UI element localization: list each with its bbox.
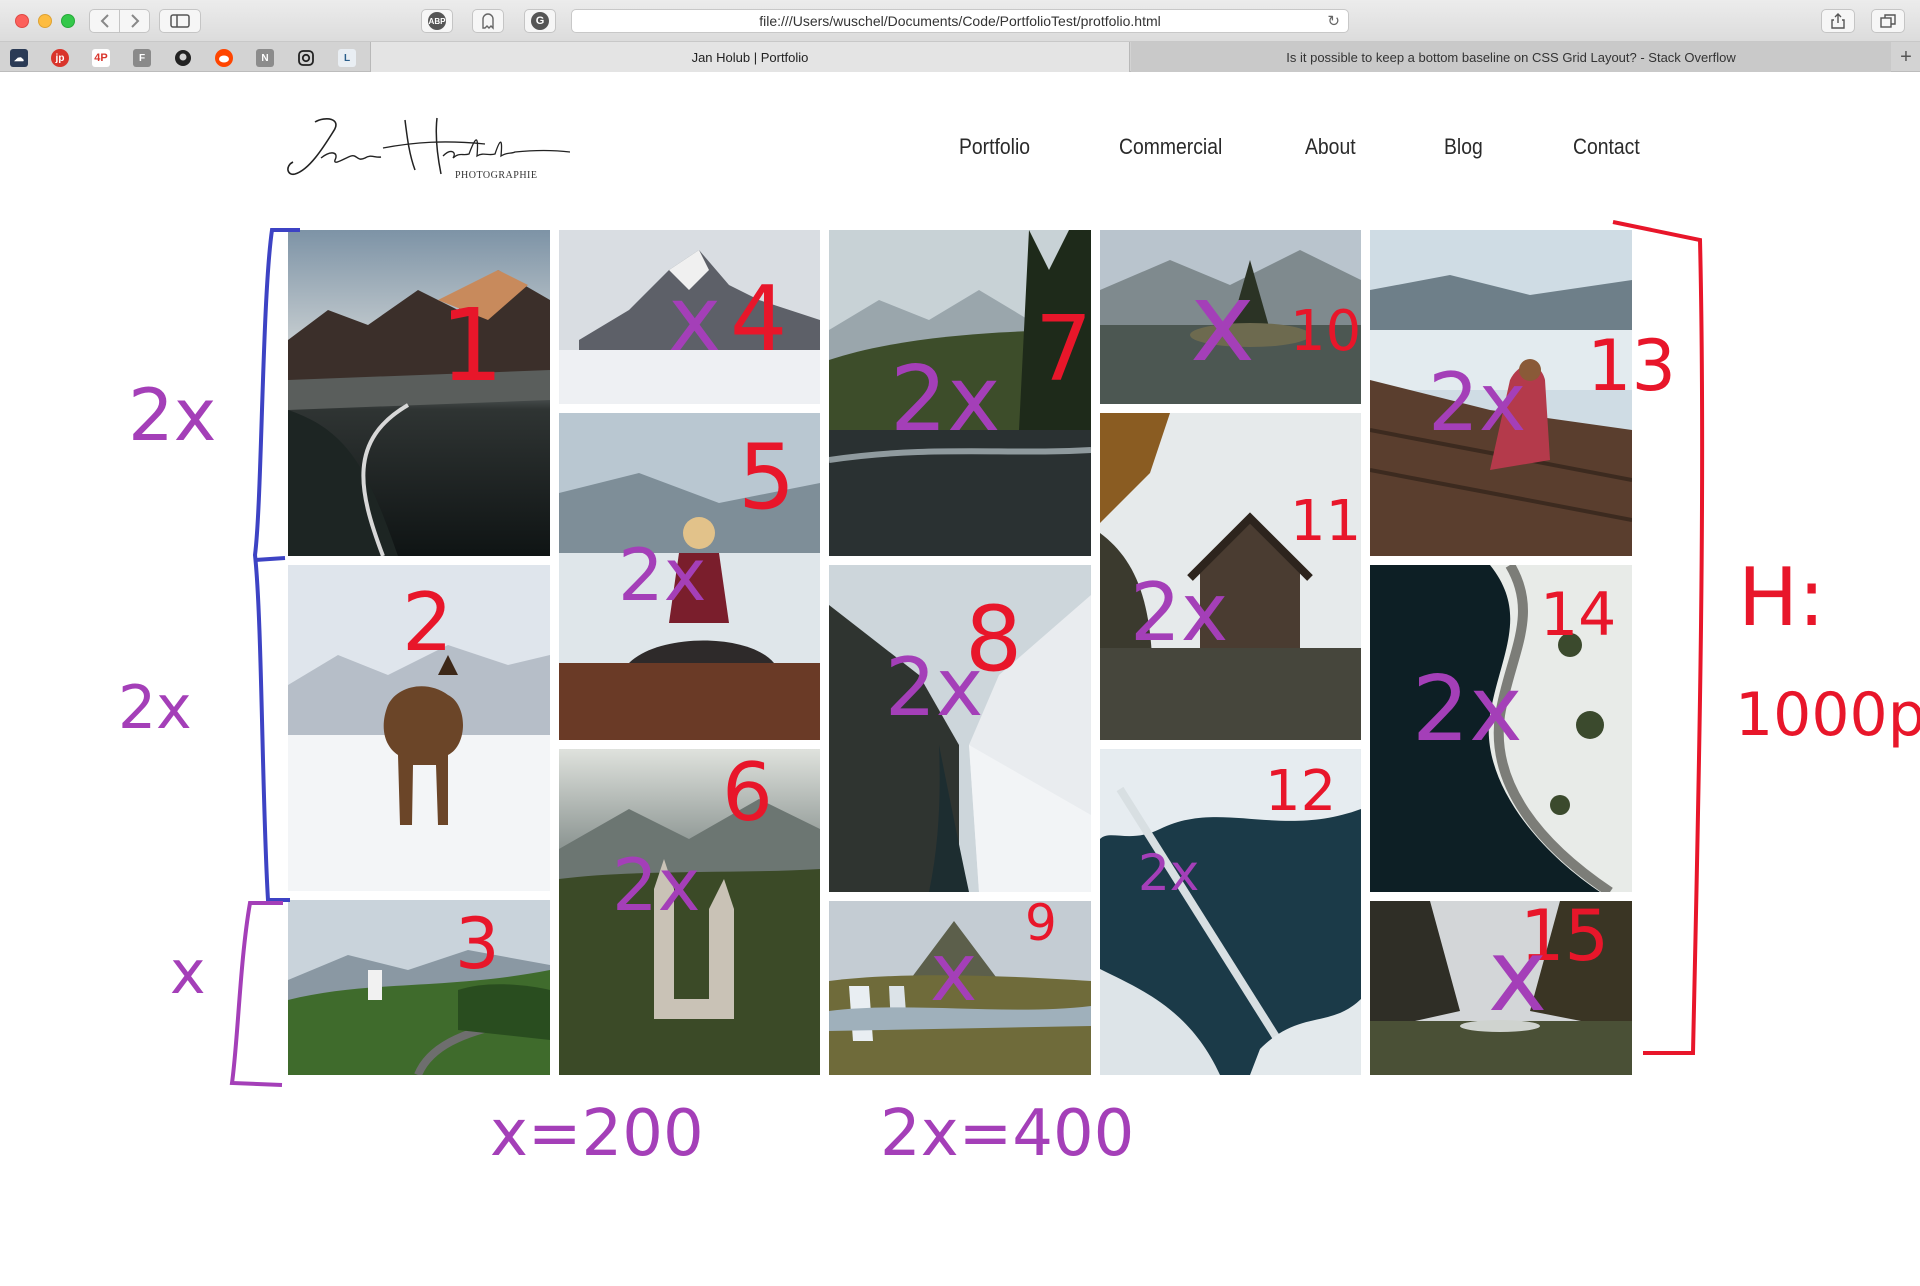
annotation-height-value: 1000px: [1735, 680, 1920, 750]
tabs-icon: [1880, 14, 1896, 28]
logo-subtitle: PHOTOGRAPHIE: [455, 170, 538, 181]
close-window-button[interactable]: [15, 14, 29, 28]
new-tab-button[interactable]: +: [1892, 42, 1920, 72]
share-button[interactable]: [1821, 9, 1855, 33]
annotation-label-x-bottom: x: [170, 938, 206, 1008]
annotation-height-label: H:: [1738, 551, 1825, 644]
tab-title: Is it possible to keep a bottom baseline…: [1286, 49, 1736, 65]
l-icon[interactable]: L: [338, 49, 356, 67]
gallery-image-11[interactable]: [1100, 413, 1361, 740]
gallery-image-7[interactable]: [829, 230, 1091, 556]
share-icon: [1831, 13, 1845, 29]
nav-about[interactable]: About: [1305, 134, 1356, 160]
github-icon[interactable]: [174, 49, 192, 67]
forward-button[interactable]: [119, 9, 150, 33]
url-text: file:///Users/wuschel/Documents/Code/Por…: [759, 13, 1161, 29]
tab-portfolio[interactable]: Jan Holub | Portfolio: [370, 42, 1130, 72]
zoom-window-button[interactable]: [61, 14, 75, 28]
grammarly-icon: G: [531, 12, 549, 30]
nav-commercial[interactable]: Commercial: [1119, 134, 1222, 160]
browser-toolbar: ABP G file:///Users/wuschel/Documents/Co…: [0, 0, 1920, 42]
n-icon[interactable]: N: [256, 49, 274, 67]
gallery-image-1[interactable]: [288, 230, 550, 556]
gallery-image-3[interactable]: [288, 900, 550, 1075]
gallery-image-6[interactable]: [559, 749, 820, 1075]
annotation-brace-purple: [229, 901, 283, 1087]
annotation-label-2x-mid: 2x: [118, 673, 192, 743]
tab-bar: ☁ jp 4P F N L Jan Holub | Portfolio Is i…: [0, 42, 1920, 72]
adblock-extension-button[interactable]: ABP: [421, 9, 453, 33]
gallery-image-12[interactable]: [1100, 749, 1361, 1075]
4p-icon[interactable]: 4P: [92, 49, 110, 67]
show-tabs-button[interactable]: [1871, 9, 1905, 33]
gallery-image-8[interactable]: [829, 565, 1091, 892]
tab-stackoverflow[interactable]: Is it possible to keep a bottom baseline…: [1131, 42, 1891, 72]
annotation-label-2x-top: 2x: [128, 373, 216, 457]
sidebar-icon: [170, 14, 190, 28]
tab-title: Jan Holub | Portfolio: [691, 49, 809, 65]
screenshot-root: ABP G file:///Users/wuschel/Documents/Co…: [0, 0, 1920, 1286]
f-icon[interactable]: F: [133, 49, 151, 67]
back-button[interactable]: [89, 9, 120, 33]
address-bar[interactable]: file:///Users/wuschel/Documents/Code/Por…: [571, 9, 1349, 33]
nav-contact[interactable]: Contact: [1573, 134, 1640, 160]
ghostery-icon: [482, 13, 494, 30]
chevron-right-icon: [130, 14, 139, 28]
annotation-bottom-x: x=200: [490, 1097, 704, 1171]
reddit-icon[interactable]: [215, 49, 233, 67]
gallery-image-5[interactable]: [559, 413, 820, 740]
nav-blog[interactable]: Blog: [1444, 134, 1483, 160]
annotation-bottom-2x: 2x=400: [880, 1097, 1134, 1171]
ghostery-extension-button[interactable]: [472, 9, 504, 33]
annotation-brace-blue-mid: [254, 556, 286, 562]
grammarly-extension-button[interactable]: G: [524, 9, 556, 33]
site-logo[interactable]: PHOTOGRAPHIE: [285, 112, 571, 192]
gallery-image-15[interactable]: [1370, 901, 1632, 1075]
gallery-image-4[interactable]: [559, 230, 820, 404]
chevron-left-icon: [100, 14, 109, 28]
minimize-window-button[interactable]: [38, 14, 52, 28]
gallery-image-14[interactable]: [1370, 565, 1632, 892]
gallery-image-2[interactable]: [288, 565, 550, 891]
instagram-icon[interactable]: [297, 49, 315, 67]
reload-icon[interactable]: ↻: [1327, 12, 1340, 30]
gallery-image-10[interactable]: [1100, 230, 1361, 404]
adblock-icon: ABP: [428, 12, 446, 30]
nav-portfolio[interactable]: Portfolio: [959, 134, 1030, 160]
cloud-icon[interactable]: ☁: [10, 49, 28, 67]
sidebar-toggle-button[interactable]: [159, 9, 201, 33]
gallery-image-9[interactable]: [829, 901, 1091, 1075]
gallery-image-13[interactable]: [1370, 230, 1632, 556]
jp-icon[interactable]: jp: [51, 49, 69, 67]
